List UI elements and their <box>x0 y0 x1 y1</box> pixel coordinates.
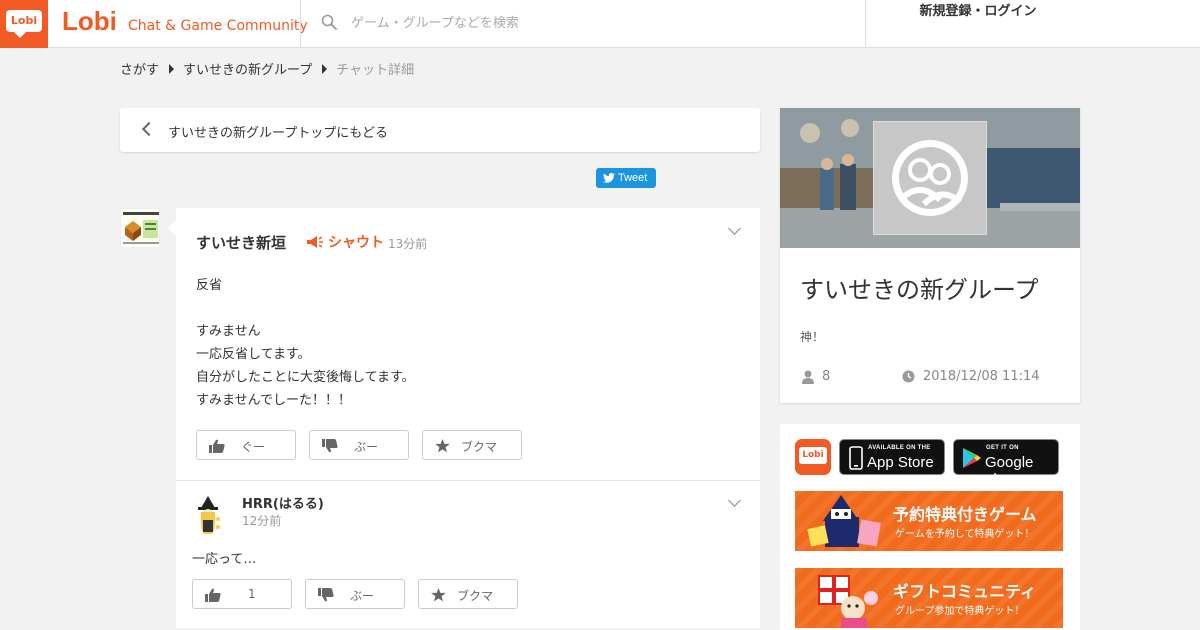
like-count: 1 <box>248 587 256 601</box>
thumbs-up-icon <box>205 588 221 602</box>
bookmark-button[interactable]: ブクマ <box>418 579 518 609</box>
post-timestamp: 13分前 <box>388 237 428 251</box>
appstore-small-text: AVAILABLE ON THE <box>868 445 931 451</box>
googleplay-big-text: Google play <box>985 454 1034 488</box>
google-play-badge[interactable]: GET IT ON Google play <box>953 439 1059 488</box>
thumbs-down-icon <box>322 439 338 453</box>
bookmark-button[interactable]: ブクマ <box>422 430 522 460</box>
tweet-button[interactable]: Tweet <box>596 168 656 188</box>
chat-post: すいせき新垣 シャウト 13分前 反省 すみません 一応反省してます。 自分がし… <box>168 208 760 628</box>
banner-subtitle: ゲームを予約して特典ゲット！ <box>895 529 1035 540</box>
google-play-icon <box>963 448 981 468</box>
dislike-button[interactable]: ぶー <box>305 579 405 609</box>
member-count: 8 <box>822 369 831 384</box>
dislike-label: ぶー <box>350 589 375 603</box>
chevron-down-icon[interactable] <box>728 494 741 507</box>
avatar[interactable] <box>120 208 160 248</box>
reply-timestamp: 12分前 <box>242 514 282 528</box>
preorder-game-banner[interactable]: 予約特典付きゲーム ゲームを予約して特典ゲット！ <box>795 491 1063 551</box>
group-default-icon <box>892 140 968 216</box>
search-icon <box>321 14 337 30</box>
group-banner-image <box>780 108 1080 248</box>
lobi-app-label: Lobi <box>799 447 827 464</box>
star-icon <box>435 439 450 453</box>
star-icon <box>431 588 446 602</box>
back-to-group-link[interactable]: すいせきの新グループトップにもどる <box>120 108 760 152</box>
breadcrumb-arrow-icon <box>322 63 328 74</box>
clock-icon <box>902 370 915 383</box>
back-link-label: すいせきの新グループトップにもどる <box>168 126 388 141</box>
group-icon[interactable] <box>873 121 987 235</box>
site-header: Lobi Lobi Chat & Game Community 新規登録・ログイ… <box>0 0 1200 48</box>
breadcrumb: さがす すいせきの新グループ チャット詳細 <box>120 59 414 78</box>
logo-text: Lobi <box>6 10 42 38</box>
shout-badge: シャウト <box>306 232 384 252</box>
app-store-badge[interactable]: AVAILABLE ON THE App Store <box>839 439 945 475</box>
banner-title: 予約特典付きゲーム <box>893 505 1037 524</box>
app-promo-card: Lobi AVAILABLE ON THE App Store GET IT O… <box>780 424 1080 630</box>
dislike-button[interactable]: ぶー <box>309 430 409 460</box>
brand-name[interactable]: Lobi <box>62 6 117 37</box>
group-created-date: 2018/12/08 11:14 <box>902 369 1040 384</box>
gift-community-banner[interactable]: ギフトコミュニティ グループ参加で特典ゲット！ <box>795 568 1063 628</box>
mascot-illustration <box>807 495 881 547</box>
dislike-label: ぶー <box>354 440 379 454</box>
reply-author[interactable]: HRR(はるる) <box>242 493 324 512</box>
breadcrumb-item-search[interactable]: さがす <box>120 59 159 78</box>
shout-label: シャウト <box>328 235 384 251</box>
group-info-card: すいせきの新グループ 神！ 8 2018/12/08 11:14 <box>780 108 1080 403</box>
googleplay-small-text: GET IT ON <box>986 445 1019 451</box>
chevron-left-icon <box>141 121 157 137</box>
search-bar <box>300 0 866 48</box>
post-body: 反省 すみません 一応反省してます。 自分がしたことに大変後悔してます。 すみま… <box>196 278 415 408</box>
appstore-big-text: App Store <box>867 454 934 471</box>
gift-mascot-illustration <box>818 575 878 628</box>
reply-avatar[interactable] <box>192 494 224 538</box>
login-link[interactable]: 新規登録・ログイン <box>866 0 1200 48</box>
reply-item: HRR(はるる) 12分前 一応って… 1 ぶー ブクマ <box>176 480 760 628</box>
group-name: すいせきの新グループ <box>800 276 1039 304</box>
chevron-down-icon[interactable] <box>728 222 741 235</box>
like-label: ぐー <box>241 440 266 454</box>
tweet-label: Tweet <box>618 172 648 184</box>
thumbs-down-icon <box>318 588 334 602</box>
created-date: 2018/12/08 11:14 <box>923 369 1040 384</box>
brand-tagline: Chat & Game Community <box>128 18 308 34</box>
twitter-bird-icon <box>603 173 615 183</box>
post-author[interactable]: すいせき新垣 <box>196 232 286 253</box>
group-description: 神！ <box>800 330 825 344</box>
lobi-logo[interactable]: Lobi <box>0 0 48 48</box>
banner-title: ギフトコミュニティ <box>893 582 1037 601</box>
person-icon <box>802 370 814 384</box>
banner-subtitle: グループ参加で特典ゲット！ <box>895 606 1025 617</box>
search-input[interactable] <box>351 12 831 34</box>
like-button[interactable]: 1 <box>192 579 292 609</box>
breadcrumb-item-current: チャット詳細 <box>336 63 415 78</box>
reply-body: 一応って… <box>192 552 257 567</box>
thumbs-up-icon <box>209 439 225 453</box>
bookmark-label: ブクマ <box>457 589 494 603</box>
megaphone-icon <box>307 236 323 248</box>
lobi-app-icon[interactable]: Lobi <box>795 439 831 475</box>
breadcrumb-arrow-icon <box>169 63 175 74</box>
like-button[interactable]: ぐー <box>196 430 296 460</box>
breadcrumb-item-group[interactable]: すいせきの新グループ <box>183 59 312 78</box>
phone-icon <box>849 446 863 470</box>
bookmark-label: ブクマ <box>461 440 498 454</box>
user-avatar-image <box>121 209 159 247</box>
group-member-count: 8 <box>802 369 830 384</box>
